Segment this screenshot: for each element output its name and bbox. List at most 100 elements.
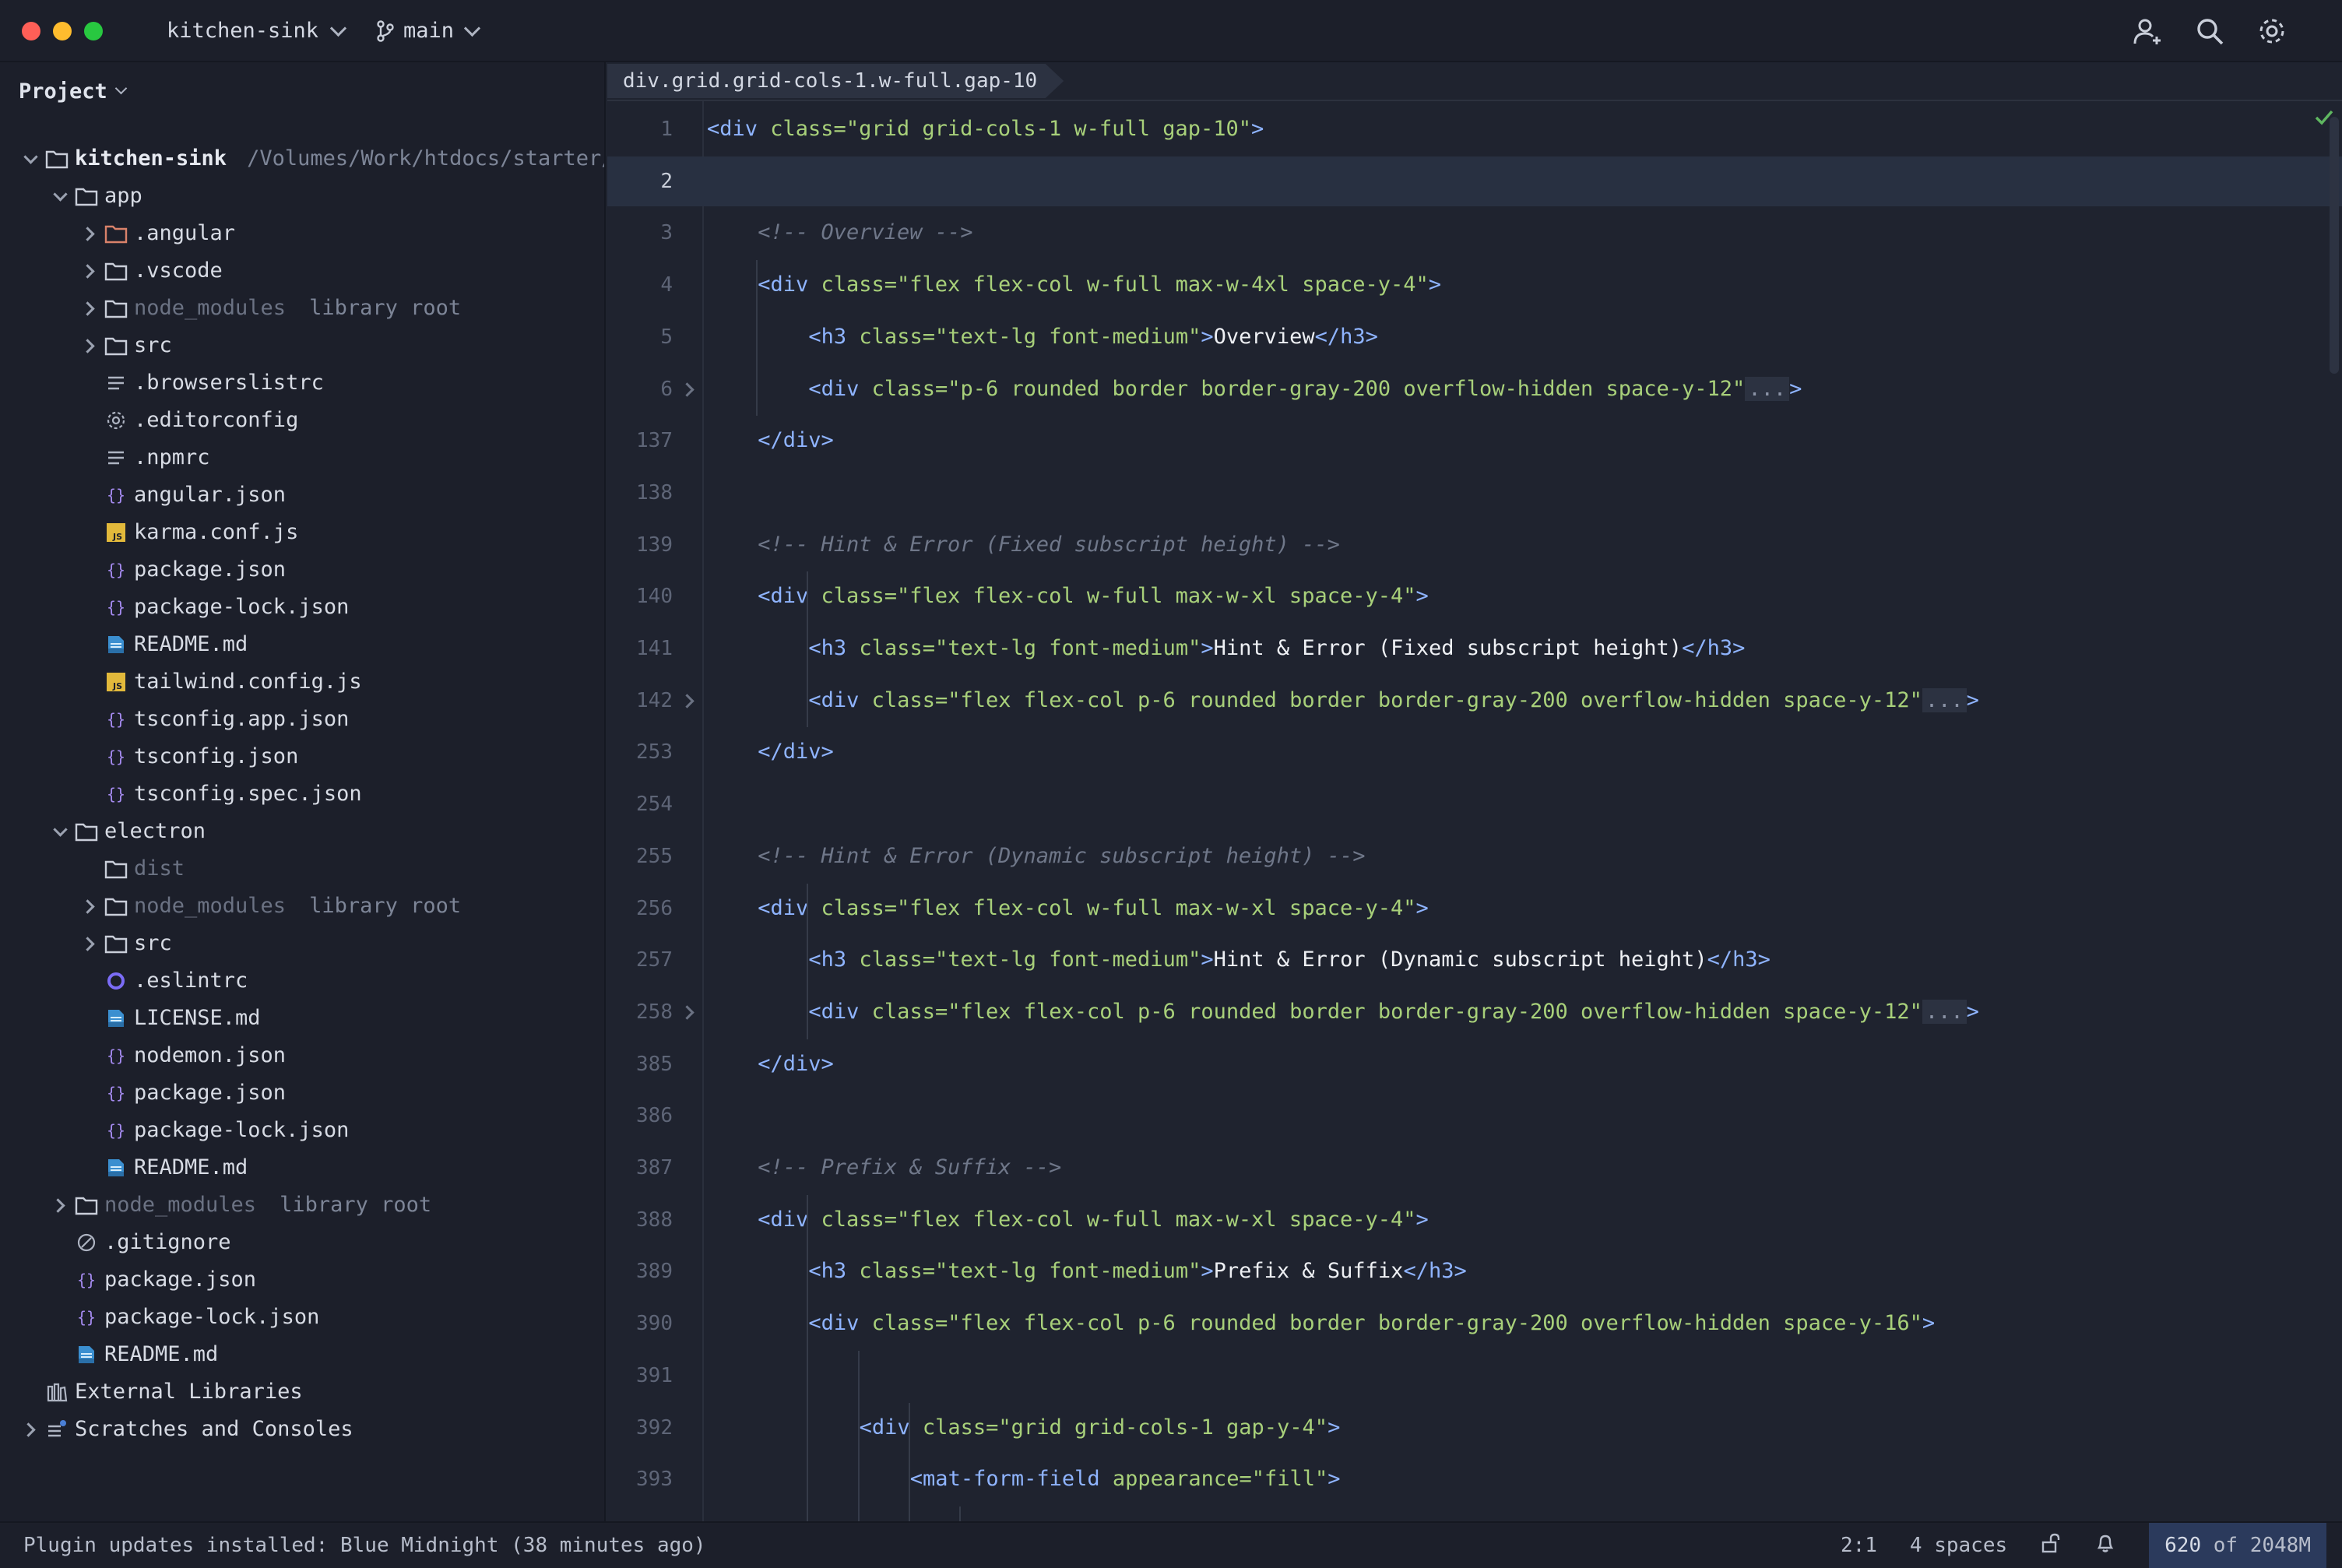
- code-line[interactable]: 2: [607, 156, 2342, 206]
- tree-item[interactable]: {} angular.json: [78, 476, 286, 514]
- code-line[interactable]: 391: [607, 1351, 2342, 1401]
- folded-region-placeholder[interactable]: ...: [1922, 999, 1967, 1024]
- code-line[interactable]: 385 </div>: [607, 1039, 2342, 1089]
- code-line[interactable]: 392 <div class="grid grid-cols-1 gap-y-4"…: [607, 1403, 2342, 1453]
- tree-item[interactable]: .editorconfig: [78, 402, 298, 439]
- chevron-right-icon[interactable]: [78, 327, 101, 364]
- code-line[interactable]: 388 <div class="flex flex-col w-full max-…: [607, 1195, 2342, 1245]
- maximize-window-button[interactable]: [84, 22, 103, 40]
- tree-item[interactable]: {} tsconfig.json: [78, 738, 298, 775]
- tree-item[interactable]: .vscode: [78, 252, 223, 290]
- code-line[interactable]: 394<mat-label>Icon prefix & suffix</mat-…: [607, 1506, 2342, 1521]
- folded-region-placeholder[interactable]: ...: [1745, 376, 1790, 401]
- tree-item[interactable]: .eslintrc: [78, 962, 248, 1000]
- chevron-right-icon[interactable]: [78, 925, 101, 962]
- code-line[interactable]: 253 </div>: [607, 727, 2342, 777]
- code-line[interactable]: 257 <h3 class="text-lg font-medium">Hint …: [607, 935, 2342, 985]
- code-line[interactable]: 254: [607, 779, 2342, 829]
- code-line[interactable]: 256 <div class="flex flex-col w-full max-…: [607, 884, 2342, 933]
- tree-root-kitchen-sink[interactable]: kitchen-sink /Volumes/Work/htdocs/starte…: [19, 140, 604, 178]
- tree-item[interactable]: {} nodemon.json: [78, 1037, 286, 1074]
- chevron-down-icon[interactable]: [19, 140, 42, 178]
- code-line[interactable]: 141 <h3 class="text-lg font-medium">Hint …: [607, 624, 2342, 673]
- tree-item[interactable]: README.md: [78, 626, 248, 663]
- code-line[interactable]: 5 <h3 class="text-lg font-medium">Overvie…: [607, 312, 2342, 362]
- breadcrumb[interactable]: div.grid.grid-cols-1.w-full.gap-10: [607, 64, 1064, 98]
- fold-chevron-icon[interactable]: [680, 1005, 695, 1020]
- branch-switcher[interactable]: main: [375, 16, 481, 47]
- code-line[interactable]: 139 <!-- Hint & Error (Fixed subscript he…: [607, 520, 2342, 570]
- tree-item[interactable]: node_modules library root: [78, 290, 461, 327]
- bell-icon[interactable]: [2094, 1532, 2116, 1559]
- code-editor[interactable]: div.grid.grid-cols-1.w-full.gap-10 1 <div…: [607, 62, 2342, 1521]
- code-line[interactable]: 258 <div class="flex flex-col p-6 rounded…: [607, 987, 2342, 1037]
- tree-item[interactable]: electron: [48, 813, 206, 850]
- tree-item[interactable]: {} package.json: [78, 551, 286, 589]
- tree-item[interactable]: LICENSE.md: [78, 1000, 261, 1037]
- code-line[interactable]: 255 <!-- Hint & Error (Dynamic subscript …: [607, 831, 2342, 881]
- tree-item[interactable]: JS tailwind.config.js: [78, 663, 362, 701]
- code-line[interactable]: 389 <h3 class="text-lg font-medium">Prefi…: [607, 1246, 2342, 1296]
- code-line[interactable]: 140 <div class="flex flex-col w-full max-…: [607, 571, 2342, 621]
- fold-chevron-icon[interactable]: [680, 381, 695, 397]
- add-user-icon[interactable]: [2132, 16, 2163, 47]
- tree-item[interactable]: External Libraries: [19, 1373, 303, 1411]
- chevron-right-icon[interactable]: [78, 888, 101, 925]
- tree-item[interactable]: .gitignore: [48, 1224, 231, 1261]
- tree-item[interactable]: {} package-lock.json: [78, 589, 349, 626]
- close-window-button[interactable]: [22, 22, 40, 40]
- code-line[interactable]: 3 <!-- Overview -->: [607, 208, 2342, 258]
- code-line[interactable]: 390 <div class="flex flex-col p-6 rounded…: [607, 1299, 2342, 1348]
- tree-item[interactable]: node_modules library root: [48, 1187, 431, 1224]
- chevron-down-icon[interactable]: [48, 178, 72, 215]
- chevron-right-icon[interactable]: [78, 290, 101, 327]
- tree-item[interactable]: {} package.json: [78, 1074, 286, 1112]
- project-view-selector[interactable]: Project: [19, 79, 128, 104]
- status-message[interactable]: Plugin updates installed: Blue Midnight …: [23, 1523, 706, 1568]
- tree-item[interactable]: JS karma.conf.js: [78, 514, 298, 551]
- tree-item[interactable]: .npmrc: [78, 439, 210, 476]
- code-line[interactable]: 386: [607, 1091, 2342, 1141]
- tree-item-label: .gitignore: [104, 1230, 231, 1254]
- tree-item[interactable]: {} package-lock.json: [78, 1112, 349, 1149]
- tree-item[interactable]: {} tsconfig.spec.json: [78, 775, 362, 813]
- chevron-right-icon[interactable]: [78, 252, 101, 290]
- tree-item[interactable]: src: [78, 327, 172, 364]
- code-line[interactable]: 6 <div class="p-6 rounded border border-g…: [607, 364, 2342, 414]
- tree-item[interactable]: .browserslistrc: [78, 364, 324, 402]
- chevron-down-icon[interactable]: [48, 813, 72, 850]
- tree-item[interactable]: app: [48, 178, 142, 215]
- code-line[interactable]: 137 </div>: [607, 416, 2342, 466]
- indent-setting[interactable]: 4 spaces: [1910, 1534, 2007, 1557]
- tree-item[interactable]: {} tsconfig.app.json: [78, 701, 349, 738]
- chevron-right-icon[interactable]: [48, 1187, 72, 1224]
- fold-chevron-icon[interactable]: [680, 693, 695, 708]
- tree-item[interactable]: {} package-lock.json: [48, 1299, 319, 1336]
- tree-item[interactable]: README.md: [78, 1149, 248, 1187]
- settings-gear-icon[interactable]: [2256, 16, 2287, 47]
- memory-indicator[interactable]: 620 of 2048M: [2149, 1523, 2326, 1568]
- project-switcher[interactable]: kitchen-sink: [167, 16, 347, 47]
- code-line[interactable]: 142 <div class="flex flex-col p-6 rounded…: [607, 676, 2342, 726]
- chevron-right-icon[interactable]: [19, 1411, 42, 1448]
- code-line[interactable]: 393 <mat-form-field appearance="fill">: [607, 1454, 2342, 1504]
- minimize-window-button[interactable]: [53, 22, 72, 40]
- tree-item[interactable]: node_modules library root: [78, 888, 461, 925]
- tree-item[interactable]: dist: [78, 850, 185, 888]
- code-line[interactable]: 1 <div class="grid grid-cols-1 w-full gap…: [607, 104, 2342, 154]
- tree-item[interactable]: Scratches and Consoles: [19, 1411, 353, 1448]
- caret-position[interactable]: 2:1: [1841, 1534, 1877, 1557]
- tree-item[interactable]: src: [78, 925, 172, 962]
- search-icon[interactable]: [2194, 16, 2225, 47]
- tree-item[interactable]: README.md: [48, 1336, 218, 1373]
- code-line[interactable]: 4 <div class="flex flex-col w-full max-w-…: [607, 260, 2342, 310]
- tree-item[interactable]: {} package.json: [48, 1261, 256, 1299]
- code-line[interactable]: 387 <!-- Prefix & Suffix -->: [607, 1143, 2342, 1193]
- code-token: <div: [808, 999, 872, 1024]
- chevron-right-icon[interactable]: [78, 215, 101, 252]
- editor-scrollbar[interactable]: [2330, 117, 2339, 374]
- lock-open-icon[interactable]: [2040, 1532, 2062, 1559]
- code-line[interactable]: 138: [607, 468, 2342, 518]
- tree-item[interactable]: .angular: [78, 215, 235, 252]
- folded-region-placeholder[interactable]: ...: [1922, 687, 1967, 712]
